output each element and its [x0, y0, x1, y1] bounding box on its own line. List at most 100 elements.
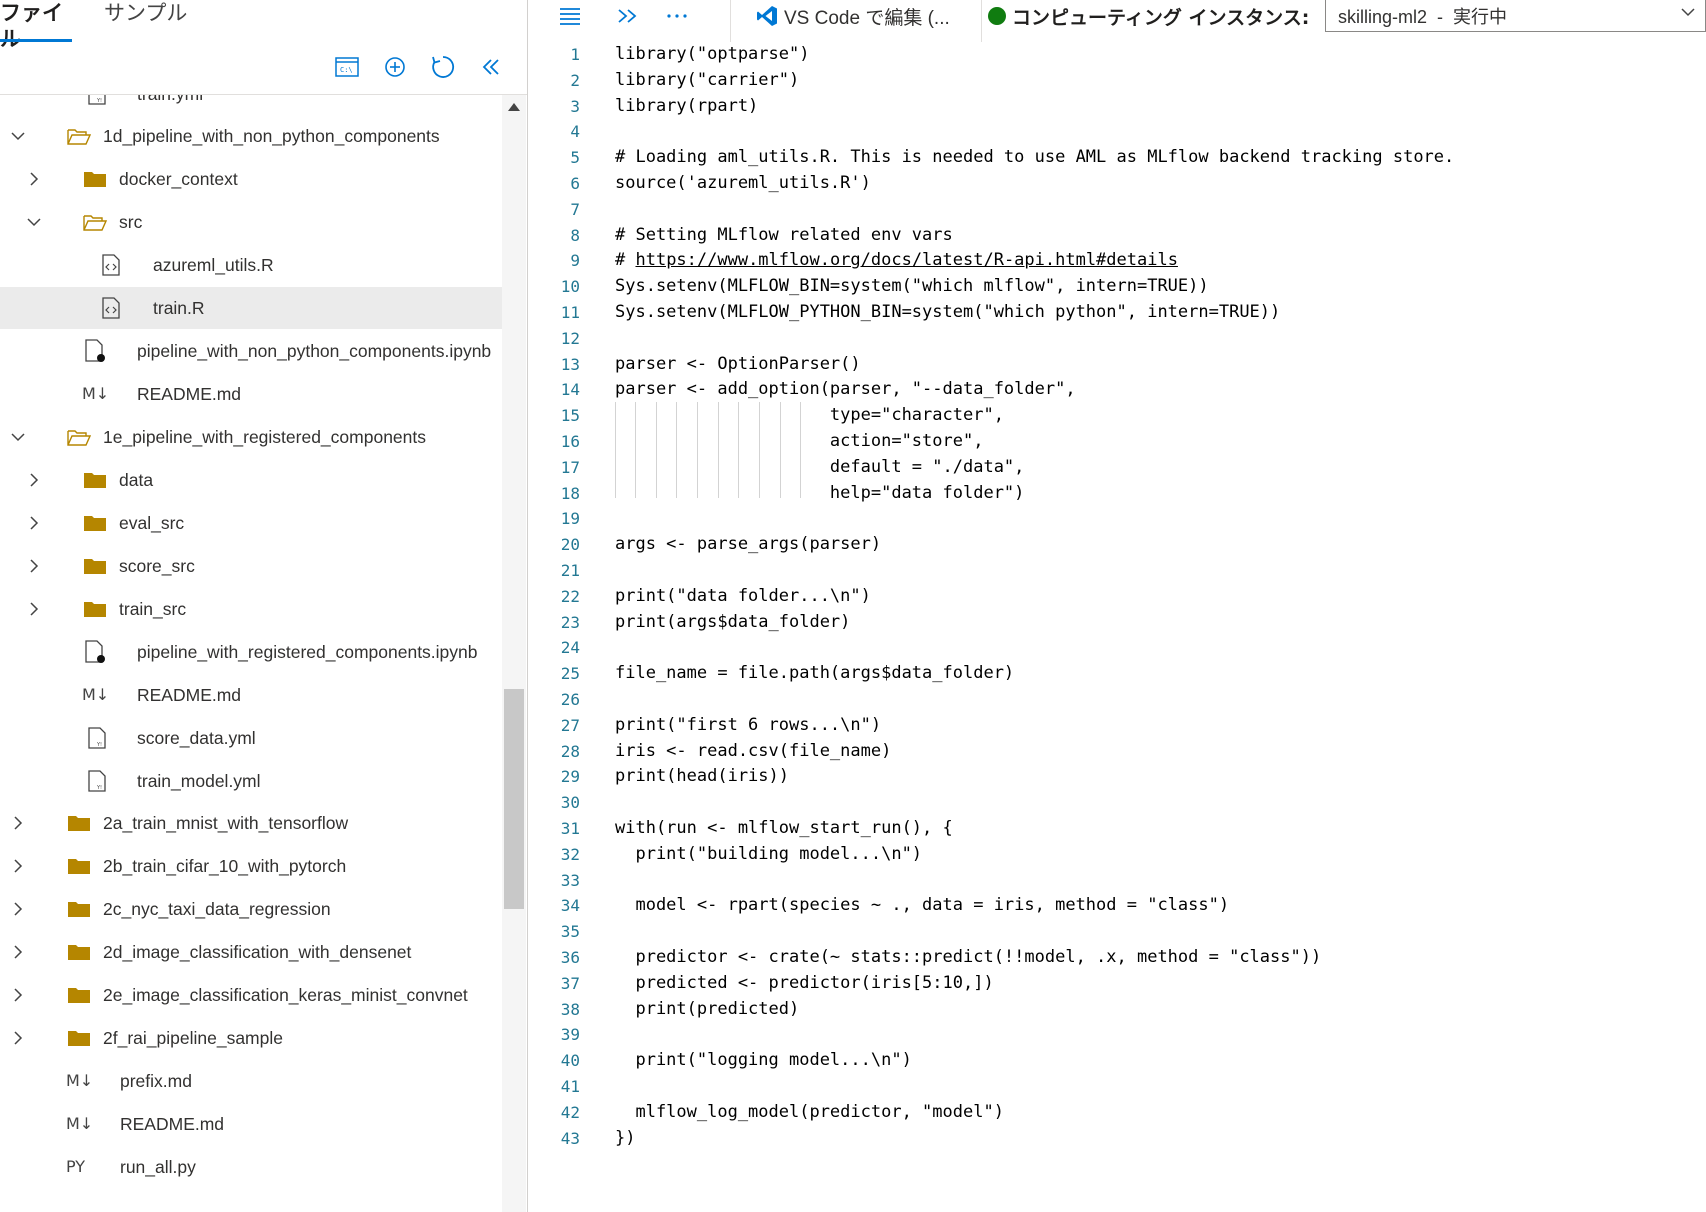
tree-item-file[interactable]: M↓ README.md: [0, 373, 502, 415]
tree-item-folder[interactable]: 1d_pipeline_with_non_python_components: [0, 115, 502, 157]
yaml-file-icon: Y!: [84, 717, 110, 759]
tree-item-label: train.yml: [137, 95, 203, 115]
chevron-right-icon[interactable]: [8, 845, 28, 887]
chevron-right-icon[interactable]: [8, 931, 28, 973]
tree-item-label: train.R: [153, 298, 205, 318]
tree-item-folder[interactable]: eval_src: [0, 502, 502, 544]
tree-item-file[interactable]: M↓ README.md: [0, 674, 502, 716]
code-line[interactable]: print(args$data_folder): [615, 612, 850, 632]
folder-icon: [82, 545, 108, 587]
code-line[interactable]: iris <- read.csv(file_name): [615, 741, 891, 761]
tree-item-folder[interactable]: 2a_train_mnist_with_tensorflow: [0, 802, 502, 844]
chevron-right-icon[interactable]: [24, 588, 44, 630]
code-line[interactable]: mlflow_log_model(predictor, "model"): [615, 1102, 1003, 1122]
code-line[interactable]: print("data folder...\n"): [615, 586, 871, 606]
code-line[interactable]: library("optparse"): [615, 44, 809, 64]
tree-item-file[interactable]: Y! score_data.yml: [0, 717, 502, 759]
code-line[interactable]: file_name = file.path(args$data_folder): [615, 663, 1014, 683]
code-line[interactable]: model <- rpart(species ~ ., data = iris,…: [615, 895, 1229, 915]
code-line[interactable]: library("carrier"): [615, 70, 799, 90]
code-line[interactable]: parser <- OptionParser(): [615, 354, 861, 374]
code-line[interactable]: parser <- add_option(parser, "--data_fol…: [615, 379, 1076, 399]
edit-in-vscode-button[interactable]: VS Code で編集 (...: [756, 0, 950, 32]
open-terminal-button[interactable]: C:\: [332, 52, 362, 82]
tree-item-folder[interactable]: 1e_pipeline_with_registered_components: [0, 416, 502, 458]
tree-item-file[interactable]: pipeline_with_registered_components.ipyn…: [0, 631, 502, 673]
chevron-right-icon[interactable]: [24, 459, 44, 501]
tree-item-folder[interactable]: data: [0, 459, 502, 501]
code-line[interactable]: # Setting MLflow related env vars: [615, 225, 953, 245]
code-line[interactable]: predicted <- predictor(iris[5:10,]): [615, 973, 993, 993]
tree-item-file[interactable]: M↓ README.md: [0, 1103, 502, 1145]
scroll-up-arrow-icon[interactable]: [508, 103, 520, 111]
line-number: 40: [560, 1051, 580, 1071]
code-line[interactable]: # Loading aml_utils.R. This is needed to…: [615, 147, 1454, 167]
code-line[interactable]: args <- parse_args(parser): [615, 534, 881, 554]
code-line[interactable]: Sys.setenv(MLFLOW_PYTHON_BIN=system("whi…: [615, 302, 1280, 322]
run-all-button[interactable]: [614, 0, 642, 32]
refresh-button[interactable]: [428, 52, 458, 82]
tree-item-folder[interactable]: 2c_nyc_taxi_data_regression: [0, 888, 502, 930]
code-line[interactable]: help="data folder"): [615, 483, 1024, 503]
scrollbar-thumb[interactable]: [504, 689, 524, 909]
code-line[interactable]: print("first 6 rows...\n"): [615, 715, 881, 735]
more-options-button[interactable]: [662, 0, 692, 32]
code-line[interactable]: library(rpart): [615, 96, 758, 116]
tree-item-label: score_src: [119, 556, 195, 576]
code-line[interactable]: source('azureml_utils.R'): [615, 173, 871, 193]
tree-item-folder[interactable]: 2e_image_classification_keras_minist_con…: [0, 974, 502, 1016]
tree-item-folder[interactable]: 2d_image_classification_with_densenet: [0, 931, 502, 973]
tree-item-file[interactable]: azureml_utils.R: [0, 244, 502, 286]
code-line[interactable]: # https://www.mlflow.org/docs/latest/R-a…: [615, 250, 1178, 270]
tree-item-folder[interactable]: src: [0, 201, 502, 243]
collapse-panel-button[interactable]: [476, 52, 506, 82]
line-number: 8: [570, 225, 580, 245]
tree-item-label: 2a_train_mnist_with_tensorflow: [103, 813, 349, 833]
code-line[interactable]: action="store",: [615, 431, 984, 451]
chevron-down-icon[interactable]: [8, 115, 28, 157]
yaml-file-icon: Y!: [84, 760, 110, 802]
chevron-right-icon[interactable]: [8, 888, 28, 930]
code-line[interactable]: }): [615, 1128, 635, 1148]
chevron-right-icon[interactable]: [24, 545, 44, 587]
tree-item-file[interactable]: M↓ prefix.md: [0, 1060, 502, 1102]
compute-instance-dropdown[interactable]: skilling-ml2 - 実行中: [1325, 0, 1706, 32]
menu-button[interactable]: [556, 0, 584, 32]
chevron-right-icon[interactable]: [8, 974, 28, 1016]
tree-item-folder[interactable]: score_src: [0, 545, 502, 587]
line-number: 21: [560, 561, 580, 580]
code-line[interactable]: with(run <- mlflow_start_run(), {: [615, 818, 953, 838]
tree-scrollbar[interactable]: [502, 95, 526, 1212]
code-line[interactable]: type="character",: [615, 405, 1004, 425]
code-editor[interactable]: 1 library("optparse") 2 library("carrier") 3…: [528, 42, 1706, 1212]
chevron-right-icon[interactable]: [8, 802, 28, 844]
chevron-down-icon[interactable]: [8, 416, 28, 458]
chevron-down-icon[interactable]: [24, 201, 44, 243]
url-link[interactable]: https://www.mlflow.org/docs/latest/R-api…: [635, 250, 1177, 270]
code-line[interactable]: print(head(iris)): [615, 766, 789, 786]
tree-item-folder[interactable]: train_src: [0, 588, 502, 630]
tree-item-file[interactable]: PY run_all.py: [0, 1146, 502, 1188]
folder-icon: [66, 931, 92, 973]
tree-item-file[interactable]: Y! train_model.yml: [0, 760, 502, 802]
chevron-right-icon[interactable]: [8, 1017, 28, 1059]
code-line[interactable]: print("building model...\n"): [615, 844, 922, 864]
tree-item-folder[interactable]: docker_context: [0, 158, 502, 200]
line-number: 3: [570, 96, 580, 116]
code-line[interactable]: print("logging model...\n"): [615, 1050, 911, 1070]
line-number: 20: [560, 535, 580, 555]
tab-files[interactable]: ファイル: [0, 0, 72, 51]
tab-samples[interactable]: サンプル: [104, 0, 187, 42]
code-line[interactable]: predictor <- crate(~ stats::predict(!!mo…: [615, 947, 1321, 967]
code-line[interactable]: Sys.setenv(MLFLOW_BIN=system("which mlfl…: [615, 276, 1209, 296]
chevron-right-icon[interactable]: [24, 502, 44, 544]
code-line[interactable]: print(predicted): [615, 999, 799, 1019]
code-line[interactable]: default = "./data",: [615, 457, 1024, 477]
tree-item-folder[interactable]: 2b_train_cifar_10_with_pytorch: [0, 845, 502, 887]
chevron-right-icon[interactable]: [24, 158, 44, 200]
tree-item-folder[interactable]: 2f_rai_pipeline_sample: [0, 1017, 502, 1059]
tree-item-file-selected[interactable]: train.R: [0, 287, 502, 329]
tree-item-file[interactable]: pipeline_with_non_python_components.ipyn…: [0, 330, 502, 372]
create-new-button[interactable]: [380, 52, 410, 82]
tree-item[interactable]: Y! train.yml: [0, 95, 502, 115]
